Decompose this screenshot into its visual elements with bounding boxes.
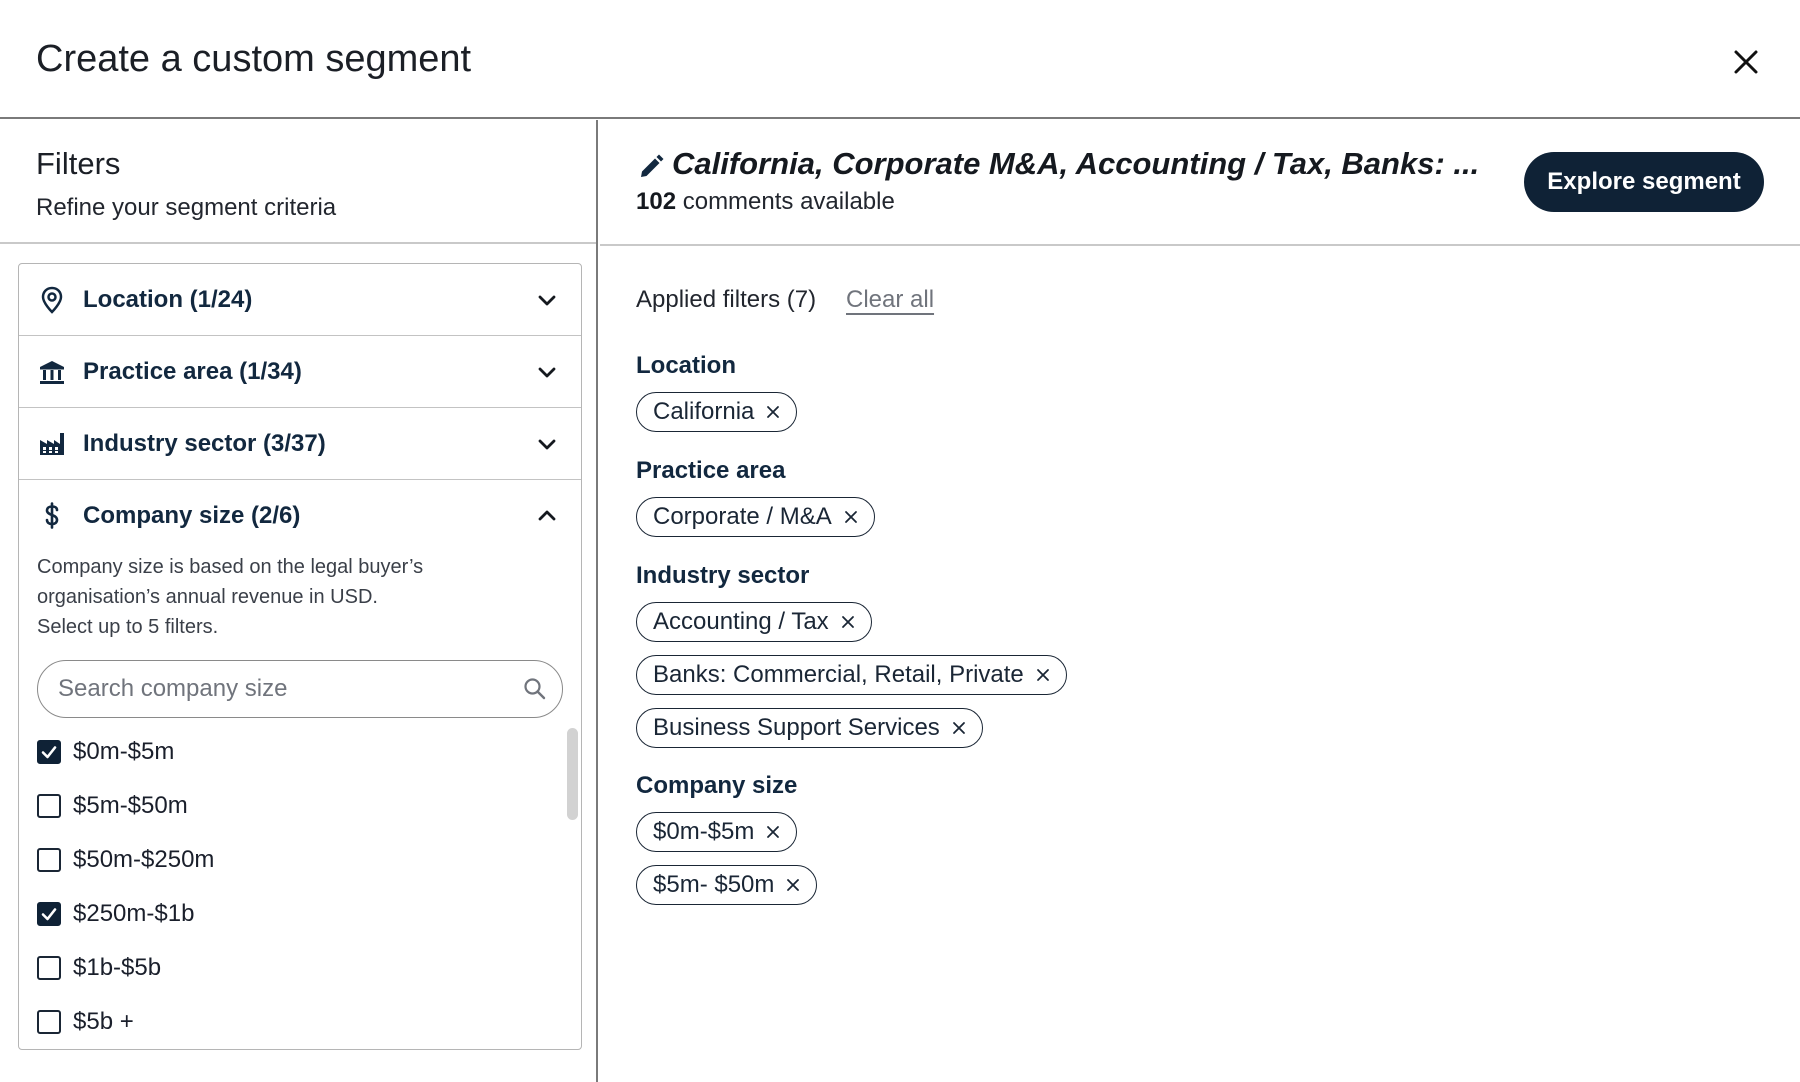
dollar-icon	[37, 501, 67, 531]
chip-banks: Banks: Commercial, Retail, Private	[636, 655, 1067, 695]
option-250m-1b[interactable]: $250m-$1b	[37, 894, 194, 934]
chip-california: California	[636, 392, 798, 432]
chip-label: $0m-$5m	[653, 818, 755, 845]
bank-building-icon	[37, 357, 67, 387]
checkbox-unchecked[interactable]	[37, 794, 61, 818]
option-0m-5m[interactable]: $0m-$5m	[37, 732, 174, 772]
checkbox-checked[interactable]	[37, 740, 61, 764]
search-icon[interactable]	[522, 676, 548, 702]
option-5m-50m[interactable]: $5m-$50m	[37, 786, 188, 826]
segment-count: 102 comments available	[636, 188, 895, 215]
filters-accordion: Location (1/24) Practice area (1/34) Ind…	[18, 263, 582, 1050]
factory-icon	[37, 429, 67, 459]
accordion-practice-area-label: Practice area (1/34)	[83, 357, 302, 385]
group-title-location: Location	[636, 352, 736, 379]
chevron-down-icon	[535, 432, 559, 456]
clear-all-link[interactable]: Clear all	[846, 286, 934, 314]
filters-panel: Filters Refine your segment criteria Loc…	[0, 120, 598, 1082]
remove-chip-icon[interactable]	[764, 403, 782, 421]
remove-chip-icon[interactable]	[839, 613, 857, 631]
option-1b-5b[interactable]: $1b-$5b	[37, 948, 161, 988]
option-label: $250m-$1b	[73, 900, 195, 927]
filters-header: Filters Refine your segment criteria	[0, 120, 596, 244]
close-icon[interactable]	[1726, 42, 1766, 82]
option-label: $0m-$5m	[73, 738, 175, 765]
company-size-search[interactable]	[37, 660, 563, 718]
chip-label: Corporate / M&A	[653, 503, 832, 530]
option-label: $5b +	[73, 1008, 134, 1035]
chip-corporate-ma: Corporate / M&A	[636, 497, 875, 537]
chevron-down-icon	[535, 360, 559, 384]
segment-header: California, Corporate M&A, Accounting / …	[600, 120, 1800, 246]
remove-chip-icon[interactable]	[764, 823, 782, 841]
group-title-company-size: Company size	[636, 772, 798, 799]
segment-title[interactable]: California, Corporate M&A, Accounting / …	[672, 146, 1479, 182]
group-title-practice-area: Practice area	[636, 457, 786, 484]
chevron-up-icon	[535, 504, 559, 528]
checkbox-unchecked[interactable]	[37, 848, 61, 872]
explore-segment-button[interactable]: Explore segment	[1524, 152, 1764, 212]
segment-panel: California, Corporate M&A, Accounting / …	[600, 120, 1800, 1082]
chevron-down-icon	[535, 288, 559, 312]
option-50m-250m[interactable]: $50m-$250m	[37, 840, 214, 880]
checkbox-checked[interactable]	[37, 902, 61, 926]
modal-title: Create a custom segment	[36, 38, 472, 80]
remove-chip-icon[interactable]	[842, 508, 860, 526]
option-label: $50m-$250m	[73, 846, 215, 873]
accordion-company-size-label: Company size (2/6)	[83, 502, 301, 529]
accordion-industry-sector[interactable]: Industry sector (3/37)	[19, 408, 581, 480]
chip-business-support: Business Support Services	[636, 708, 983, 748]
checkbox-unchecked[interactable]	[37, 1010, 61, 1034]
company-size-description: Company size is based on the legal buyer…	[37, 556, 424, 638]
group-title-industry-sector: Industry sector	[636, 562, 810, 589]
accordion-location[interactable]: Location (1/24)	[19, 264, 581, 336]
option-label: $5m-$50m	[73, 792, 188, 819]
chip-label: Business Support Services	[653, 714, 940, 741]
modal-header: Create a custom segment	[0, 0, 1800, 119]
chip-label: $5m- $50m	[653, 871, 775, 898]
option-label: $1b-$5b	[73, 954, 162, 981]
accordion-industry-sector-label: Industry sector (3/37)	[83, 429, 326, 457]
company-size-search-input[interactable]	[58, 673, 498, 705]
accordion-practice-area[interactable]: Practice area (1/34)	[19, 336, 581, 408]
remove-chip-icon[interactable]	[1034, 666, 1052, 684]
chip-0m-5m: $0m-$5m	[636, 812, 798, 852]
company-size-options: $0m-$5m $5m-$50m $50m-$250m $250m-$1b $1…	[19, 732, 559, 1049]
remove-chip-icon[interactable]	[950, 719, 968, 737]
remove-chip-icon[interactable]	[784, 876, 802, 894]
filters-title: Filters	[36, 146, 121, 181]
pencil-edit-icon[interactable]	[638, 154, 664, 180]
location-pin-icon	[37, 285, 67, 315]
options-scrollbar[interactable]	[567, 728, 578, 820]
applied-filters-label: Applied filters (7)	[636, 286, 817, 313]
accordion-company-size[interactable]: Company size (2/6)	[19, 480, 581, 552]
chip-5m-50m: $5m- $50m	[636, 865, 818, 905]
chip-label: Banks: Commercial, Retail, Private	[653, 661, 1024, 688]
option-5b-plus[interactable]: $5b +	[37, 1002, 134, 1042]
chip-label: Accounting / Tax	[653, 608, 829, 635]
chip-label: California	[653, 398, 755, 425]
chip-accounting-tax: Accounting / Tax	[636, 602, 872, 642]
checkbox-unchecked[interactable]	[37, 956, 61, 980]
filters-subtitle: Refine your segment criteria	[36, 194, 337, 221]
accordion-location-label: Location (1/24)	[83, 285, 253, 313]
